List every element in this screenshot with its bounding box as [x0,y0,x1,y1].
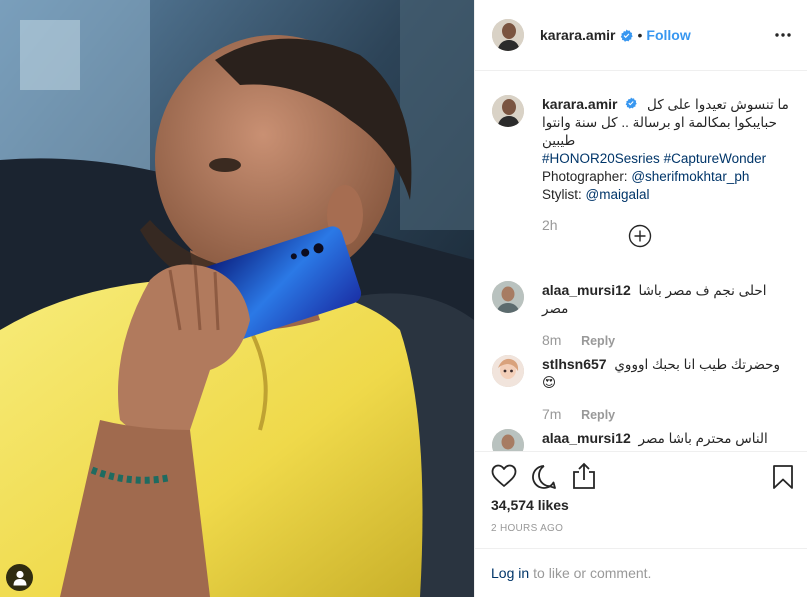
comments-list[interactable]: karara.amir ما تنسوش تعيدوا على كل حبايب… [475,71,807,451]
follow-button[interactable]: Follow [646,27,690,43]
likes-count[interactable]: 34,574 likes [491,497,569,513]
post-timestamp[interactable]: 2 HOURS AGO [491,523,563,534]
caption-text-line1: ما تنسوش تعيدوا على كل [647,97,789,112]
share-icon[interactable] [571,462,597,489]
post-caption: karara.amir ما تنسوش تعيدوا على كل حبايب… [492,95,792,233]
avatar-image [492,281,524,313]
avatar-image [492,355,524,387]
caption-time[interactable]: 2h [542,217,792,233]
caption-username[interactable]: karara.amir [542,96,618,112]
avatar-image [492,429,524,451]
comment-username[interactable]: stlhsn657 [542,356,607,372]
comment-item: stlhsn657 وحضرتك طيب انا بحبك اوووي😍 7m … [492,355,792,422]
stylist-label: Stylist: [542,187,582,202]
hashtag-link[interactable]: #HONOR20Sesries [542,151,660,166]
reply-button[interactable]: Reply [581,334,615,348]
caption-avatar[interactable] [492,95,524,127]
heart-icon[interactable] [491,464,517,490]
author-avatar[interactable] [492,19,524,51]
caption-text-line2: حبايبكوا بمكالمة او برسالة .. كل سنة وان… [542,115,777,148]
more-options-icon[interactable] [773,25,793,45]
login-link[interactable]: Log in [491,565,529,581]
post-photo[interactable] [0,0,474,597]
post-header: karara.amir • Follow [475,0,807,71]
comment-item: alaa_mursi12 الناس محترم باشا مصر [492,429,792,451]
login-suffix: to like or comment. [533,565,652,581]
comment-avatar[interactable] [492,281,524,313]
person-icon [13,570,26,585]
comment-icon[interactable] [531,464,557,490]
load-more-comments-button[interactable] [628,224,652,248]
post-actions: 34,574 likes 2 HOURS AGO [475,451,807,541]
reply-button[interactable]: Reply [581,408,615,422]
user-tags-button[interactable] [6,564,33,591]
author-username[interactable]: karara.amir [540,27,616,43]
photographer-label: Photographer: [542,169,628,184]
comment-avatar[interactable] [492,355,524,387]
stylist-mention[interactable]: @maigalal [586,187,650,202]
comment-item: alaa_mursi12 احلى نجم ف مصر باشا مصر 8m … [492,281,792,348]
post-photo-image [0,0,474,597]
post-side-panel: karara.amir • Follow karara.amir ما تنسو… [474,0,807,597]
comment-time[interactable]: 8m [542,332,561,348]
avatar-image [492,19,524,51]
comment-username[interactable]: alaa_mursi12 [542,282,631,298]
caption-body: karara.amir ما تنسوش تعيدوا على كل حبايب… [542,95,792,204]
hashtag-link[interactable]: #CaptureWonder [664,151,767,166]
comment-text: الناس محترم باشا مصر [638,431,768,446]
avatar-image [492,95,524,127]
verified-badge-icon [620,29,633,42]
comment-time[interactable]: 7m [542,406,561,422]
plus-circle-icon [628,224,652,248]
photographer-mention[interactable]: @sherifmokhtar_ph [631,169,749,184]
header-separator: • [637,27,643,43]
comment-avatar[interactable] [492,429,524,451]
bookmark-icon[interactable] [772,464,798,490]
verified-badge-icon [625,97,638,109]
comment-username[interactable]: alaa_mursi12 [542,430,631,446]
login-prompt: Log in to like or comment. [475,548,807,597]
